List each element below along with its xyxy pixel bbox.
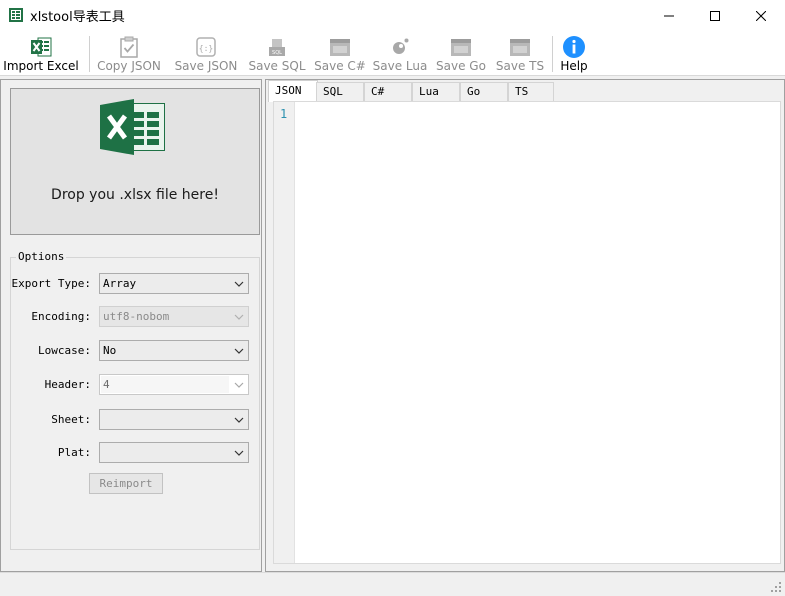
minimize-button[interactable] [646,0,692,31]
tab-ts[interactable]: TS [508,82,554,102]
save-ts-label: Save TS [495,59,545,73]
options-group: Options Export Type: Array Encoding: utf… [10,250,260,550]
save-go-button[interactable]: Save Go [433,33,489,75]
tab-json[interactable]: JSON [268,80,318,102]
chevron-down-icon [234,348,244,354]
copy-json-button[interactable]: Copy JSON [94,33,164,75]
chevron-down-icon [234,281,244,287]
save-ts-button[interactable]: Save TS [493,33,547,75]
svg-text:{:}: {:} [199,44,213,53]
save-go-label: Save Go [436,59,486,73]
chevron-down-icon [234,450,244,456]
tab-csharp[interactable]: C# [364,82,412,102]
export-type-select[interactable]: Array [99,273,249,294]
save-csharp-label: Save C# [314,59,366,73]
copy-json-label: Copy JSON [97,59,161,73]
line-number: 1 [280,107,288,121]
title-bar: xlstool导表工具 [0,0,785,31]
dropzone-text: Drop you .xlsx file here! [51,187,219,203]
close-button[interactable] [738,0,784,31]
svg-text:SQL: SQL [272,50,282,56]
left-panel: Drop you .xlsx file here! Options Export… [0,79,262,572]
save-sql-label: Save SQL [248,59,306,73]
encoding-value: utf8-nobom [103,310,170,323]
plat-label: Plat: [57,446,91,459]
right-panel: JSON SQL C# Lua Go TS 1 [265,79,785,572]
header-combo[interactable]: 4 [99,374,249,395]
minimize-icon [664,15,674,16]
header-label: Header: [44,378,91,391]
save-lua-button[interactable]: Save Lua [371,33,429,75]
chevron-down-icon [234,382,244,388]
ts-file-icon [510,39,530,56]
reimport-button[interactable]: Reimport [89,473,163,494]
save-sql-button[interactable]: SQL Save SQL [246,33,308,75]
sql-file-icon: SQL [269,39,285,56]
go-file-icon [451,39,471,56]
code-editor[interactable]: 1 [273,101,781,564]
excel-icon [31,37,52,57]
help-label: Help [560,59,588,73]
import-excel-button[interactable]: Import Excel [2,33,80,75]
save-lua-label: Save Lua [372,59,428,73]
chevron-down-icon [234,417,244,423]
export-type-value: Array [103,277,137,290]
import-excel-label: Import Excel [3,59,79,73]
maximize-button[interactable] [692,0,738,31]
header-input[interactable] [101,376,229,393]
lua-icon [393,38,409,54]
options-legend: Options [16,250,67,263]
resize-grip-icon[interactable] [770,581,782,593]
csharp-file-icon [330,39,350,56]
tab-sql[interactable]: SQL [316,82,364,102]
save-csharp-button[interactable]: Save C# [312,33,368,75]
window-title: xlstool导表工具 [30,10,125,25]
toolbar: Import Excel Copy JSON {:} Save JSON SQL… [0,31,785,76]
save-json-button[interactable]: {:} Save JSON [171,33,241,75]
excel-logo-icon [100,99,165,155]
lowcase-select[interactable]: No [99,340,249,361]
toolbar-separator [552,36,553,72]
line-number-gutter: 1 [274,102,295,563]
info-icon [563,36,585,58]
help-button[interactable]: Help [556,33,592,75]
sheet-select[interactable] [99,409,249,430]
maximize-icon [710,10,720,21]
sheet-label: Sheet: [51,413,91,426]
export-type-label: Export Type: [11,277,91,290]
toolbar-separator [89,36,90,72]
file-dropzone[interactable]: Drop you .xlsx file here! [10,88,260,235]
chevron-down-icon [234,314,244,320]
app-icon [9,8,23,22]
clipboard-check-icon [120,36,138,58]
lowcase-label: Lowcase: [38,344,91,357]
tab-lua[interactable]: Lua [412,82,460,102]
header-value: 4 [103,378,110,391]
encoding-label: Encoding: [31,310,91,323]
encoding-select[interactable]: utf8-nobom [99,306,249,327]
save-json-label: Save JSON [174,59,238,73]
tab-go[interactable]: Go [460,82,508,102]
close-icon [756,10,766,21]
plat-select[interactable] [99,442,249,463]
status-bar [0,572,785,596]
lowcase-value: No [103,344,117,357]
json-file-icon: {:} [196,37,216,57]
